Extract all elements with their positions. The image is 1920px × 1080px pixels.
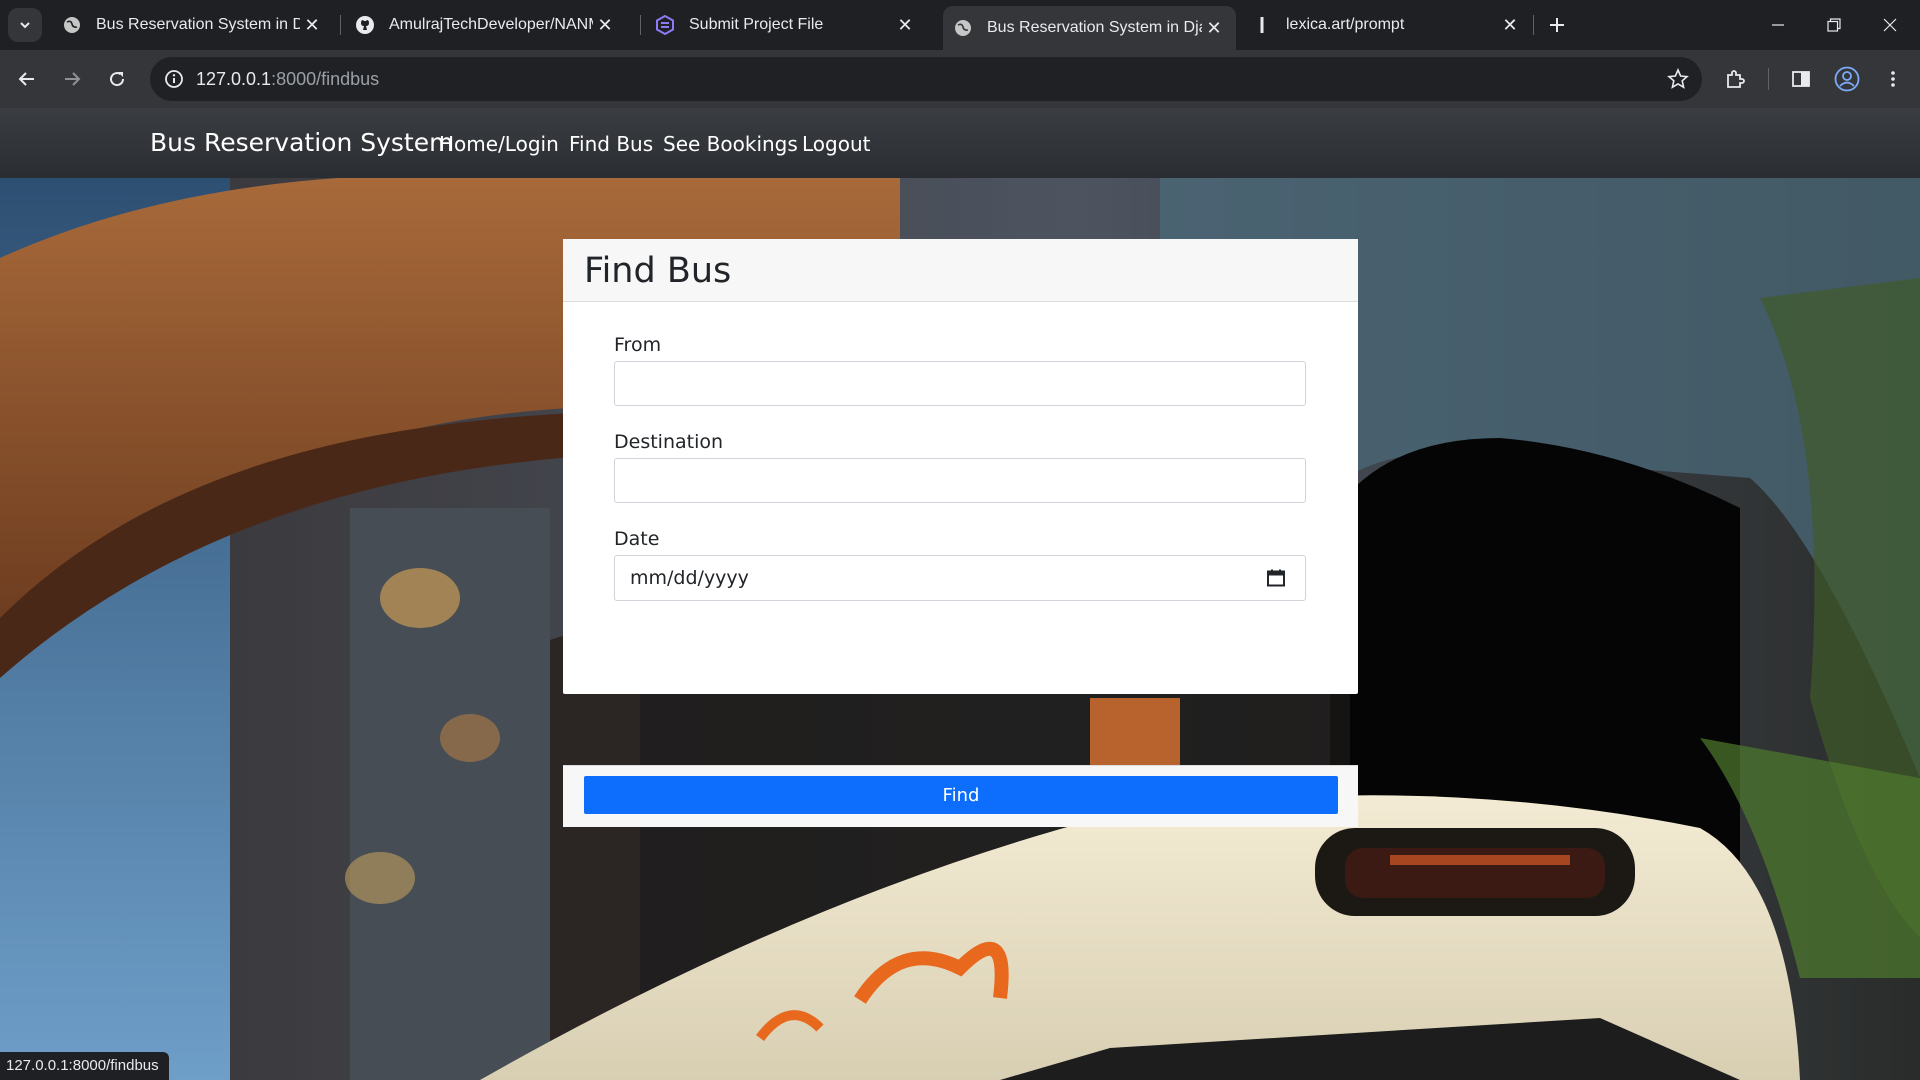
web-page: Bus Reservation System Home/Login Find B… [0,108,1920,1080]
close-icon[interactable]: ✕ [593,13,617,37]
browser-tab-3[interactable]: Submit Project File ✕ [645,0,927,50]
destination-input[interactable] [614,458,1306,503]
close-icon[interactable]: ✕ [893,13,917,37]
page-title: Find Bus [584,251,732,291]
forward-button[interactable] [54,61,90,97]
tab-title: Submit Project File [689,16,824,33]
chevron-down-icon [20,22,30,29]
browser-toolbar: 127.0.0.1:8000/findbus [0,50,1920,108]
arrow-right-icon [65,72,81,86]
site-navbar: Bus Reservation System Home/Login Find B… [0,108,1920,178]
back-button[interactable] [9,61,45,97]
date-placeholder: mm/dd/yyyy [630,567,749,589]
hex-logo-icon [655,15,675,35]
close-icon [1883,18,1897,32]
restore-icon [1827,18,1841,32]
reload-button[interactable] [99,61,135,97]
browser-tab-5[interactable]: lexica.art/prompt ✕ [1242,0,1532,50]
from-label: From [614,334,662,356]
url-text[interactable]: 127.0.0.1:8000/findbus [196,69,379,90]
github-icon [355,15,375,35]
tab-title: Bus Reservation System in Djan [96,16,300,33]
from-input[interactable] [614,361,1306,406]
calendar-icon[interactable] [1265,567,1287,589]
tab-search-button[interactable] [8,8,42,42]
close-window-button[interactable] [1862,0,1918,50]
date-input[interactable]: mm/dd/yyyy [614,555,1306,601]
minimize-button[interactable] [1750,0,1806,50]
browser-tab-strip: Bus Reservation System in Djan ✕ Amulraj… [0,0,1920,50]
tab-separator [1533,15,1534,35]
date-label: Date [614,528,660,550]
tab-separator [640,15,641,35]
destination-label: Destination [614,431,724,453]
find-button[interactable]: Find [584,776,1338,814]
status-bar-url: 127.0.0.1:8000/findbus [0,1052,169,1080]
tab-title: lexica.art/prompt [1286,16,1405,33]
plus-icon [1550,18,1564,32]
site-info-icon[interactable] [162,67,186,91]
close-icon[interactable]: ✕ [1498,13,1522,37]
globe-icon [953,18,973,38]
lexica-icon [1252,15,1272,35]
globe-icon [62,15,82,35]
tab-title: AmulrajTechDeveloper/NANMU [389,16,593,33]
tab-separator [340,15,341,35]
more-vert-icon [1891,71,1895,87]
extensions-button[interactable] [1717,61,1753,97]
address-bar[interactable]: 127.0.0.1:8000/findbus [150,57,1702,101]
url-host: 127.0.0.1 [196,69,272,89]
new-tab-button[interactable] [1542,10,1572,40]
minimize-icon [1772,24,1784,26]
side-panel-icon [1792,71,1810,87]
nav-link-find-bus[interactable]: Find Bus [569,132,653,156]
browser-tab-1[interactable]: Bus Reservation System in Djan ✕ [52,0,334,50]
browser-tab-4-active[interactable]: Bus Reservation System in Djan ✕ [943,6,1236,50]
close-icon[interactable]: ✕ [1202,16,1226,40]
navbar-brand[interactable]: Bus Reservation System [150,128,453,157]
nav-link-see-bookings[interactable]: See Bookings [663,132,798,156]
avatar-icon [1834,66,1860,92]
profile-button[interactable] [1829,61,1865,97]
card-header: Find Bus [563,239,1358,302]
url-path: :8000/findbus [271,69,380,89]
nav-link-logout[interactable]: Logout [802,132,870,156]
side-panel-button[interactable] [1783,61,1819,97]
puzzle-icon [1727,70,1745,88]
browser-menu-button[interactable] [1875,61,1911,97]
card-footer: Find [563,765,1358,827]
close-icon[interactable]: ✕ [300,13,324,37]
nav-link-home-login[interactable]: Home/Login [439,132,559,156]
arrow-left-icon [18,72,34,86]
browser-tab-2[interactable]: AmulrajTechDeveloper/NANMU ✕ [345,0,627,50]
restore-button[interactable] [1806,0,1862,50]
tab-title: Bus Reservation System in Djan [987,19,1202,36]
find-bus-card: Find Bus From Destination Date mm/dd/yyy… [563,239,1358,827]
toolbar-separator [1768,68,1769,90]
reload-icon [110,72,125,87]
bookmark-star-icon[interactable] [1666,67,1690,91]
